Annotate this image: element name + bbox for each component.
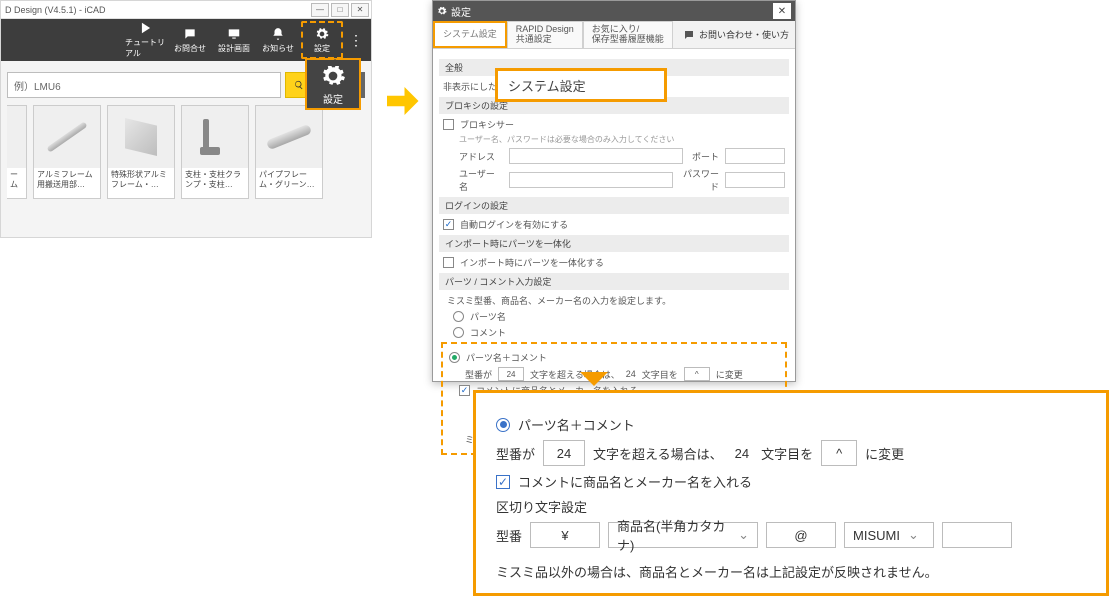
product-card[interactable]: 支柱・支柱クランプ・支柱… <box>181 105 249 199</box>
window-title: D Design (V4.5.1) - iCAD <box>3 5 309 15</box>
product-name-select-zoom[interactable]: 商品名(半角カタカナ) <box>608 522 758 548</box>
design-screen-button[interactable]: 設計画面 <box>213 21 255 59</box>
search-input[interactable]: 例）LMU6 <box>7 72 281 98</box>
zoom-panel: パーツ名＋コメント 型番が 24 文字を超える場合は、 24 文字目を ^ に変… <box>473 390 1109 596</box>
chat-icon <box>182 27 198 41</box>
window-titlebar: D Design (V4.5.1) - iCAD — □ ✕ <box>1 1 371 19</box>
product-card[interactable]: ーム <box>7 105 27 199</box>
inquiry-button[interactable]: お問合せ <box>169 21 211 59</box>
radio-comment[interactable] <box>453 327 464 338</box>
settings-dialog: 設定 ✕ システム設定 RAPID Design 共通設定 お気に入り/ 保存型… <box>432 0 796 382</box>
dialog-tabs: システム設定 RAPID Design 共通設定 お気に入り/ 保存型番履歴機能… <box>433 21 795 49</box>
dialog-close-button[interactable]: ✕ <box>773 3 791 19</box>
dialog-titlebar: 設定 ✕ <box>433 1 795 21</box>
maximize-button[interactable]: □ <box>331 3 349 17</box>
section-parts: パーツ / コメント入力設定 <box>439 273 789 290</box>
main-toolbar: チュートリアル お問合せ 設計画面 お知らせ 設定 ⋮ <box>1 19 371 61</box>
product-card[interactable]: 特殊形状アルミフレーム・… <box>107 105 175 199</box>
bell-icon <box>270 27 286 41</box>
password-input[interactable] <box>725 172 785 188</box>
radio-partsname[interactable] <box>453 311 464 322</box>
chat-icon <box>683 29 695 41</box>
section-import: インポート時にパーツを一体化 <box>439 235 789 252</box>
tutorial-button[interactable]: チュートリアル <box>125 21 167 59</box>
import-unify-checkbox[interactable] <box>443 257 454 268</box>
tab-favorites[interactable]: お気に入り/ 保存型番履歴機能 <box>583 21 673 48</box>
include-name-maker-checkbox-zoom[interactable] <box>496 475 510 489</box>
flow-arrow-icon <box>380 80 422 122</box>
charcount-input-1[interactable]: 24 <box>498 367 524 381</box>
replace-char-input[interactable]: ^ <box>684 367 710 381</box>
minimize-button[interactable]: — <box>311 3 329 17</box>
system-settings-highlight: システム設定 <box>495 68 667 102</box>
close-button[interactable]: ✕ <box>351 3 369 17</box>
charcount-input-zoom[interactable]: 24 <box>543 440 585 466</box>
notice-button[interactable]: お知らせ <box>257 21 299 59</box>
main-app-window: D Design (V4.5.1) - iCAD — □ ✕ チュートリアル お… <box>0 0 372 238</box>
screen-icon <box>226 27 242 41</box>
replace-char-input-zoom[interactable]: ^ <box>821 440 857 466</box>
product-card[interactable]: パイプフレーム・グリーン… <box>255 105 323 199</box>
maker-select-zoom[interactable]: MISUMI <box>844 522 934 548</box>
settings-popup[interactable]: 設定 <box>305 58 361 110</box>
tab-rapid[interactable]: RAPID Design 共通設定 <box>507 21 583 48</box>
address-input[interactable] <box>509 148 683 164</box>
gear-icon <box>437 6 447 16</box>
tab-system[interactable]: システム設定 <box>433 21 507 48</box>
delim-yen-input-zoom[interactable]: ¥ <box>530 522 600 548</box>
user-input[interactable] <box>509 172 673 188</box>
gear-icon <box>320 63 346 89</box>
play-icon <box>138 21 154 35</box>
search-icon <box>294 80 304 90</box>
gear-icon <box>314 27 330 41</box>
product-card-row: ーム アルミフレーム用搬送用部… 特殊形状アルミフレーム・… 支柱・支柱クランプ… <box>1 105 371 199</box>
autologin-checkbox[interactable] <box>443 219 454 230</box>
overflow-menu-icon[interactable]: ⋮ <box>345 32 367 49</box>
delim-at-input-zoom[interactable]: @ <box>766 522 836 548</box>
proxy-use-checkbox[interactable] <box>443 119 454 130</box>
include-name-maker-checkbox[interactable] <box>459 385 470 396</box>
product-card[interactable]: アルミフレーム用搬送用部… <box>33 105 101 199</box>
extra-input-zoom[interactable] <box>942 522 1012 548</box>
radio-parts-comment-zoom[interactable] <box>496 418 510 432</box>
radio-parts-comment[interactable] <box>449 352 460 363</box>
port-input[interactable] <box>725 148 785 164</box>
help-link[interactable]: お問い合わせ・使い方 <box>677 21 795 48</box>
section-login: ログインの設定 <box>439 197 789 214</box>
